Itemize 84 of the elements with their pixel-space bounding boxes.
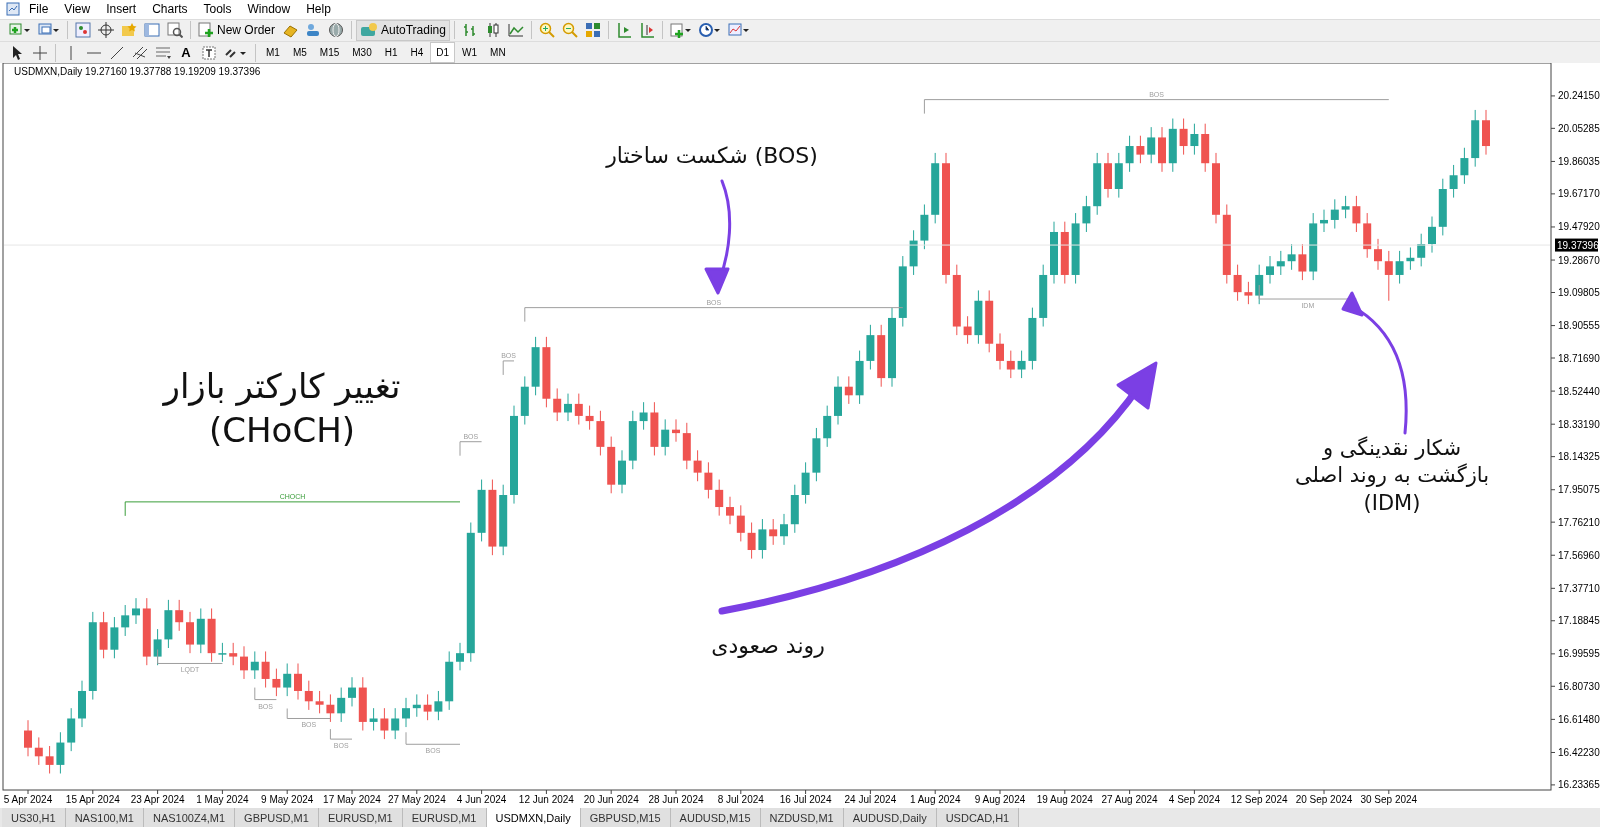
price-axis-label: 16.80730 (1558, 681, 1600, 693)
date-axis-label: 27 May 2024 (387, 794, 446, 806)
price-axis-label: 18.52440 (1558, 386, 1600, 398)
date-axis-label: 16 Jul 2024 (779, 794, 832, 806)
date-axis-label: 15 Apr 2024 (65, 794, 120, 806)
price-axis-label: 18.14325 (1558, 451, 1600, 463)
timeframe-button[interactable]: M15 (313, 42, 346, 64)
timeframe-button[interactable]: H1 (378, 42, 404, 64)
chart-tab[interactable]: GBPUSD,M15 (580, 808, 671, 827)
new-order-button[interactable]: New Order (195, 19, 278, 41)
price-axis-label: 16.23365 (1558, 779, 1600, 791)
date-axis-label: 12 Jun 2024 (518, 794, 574, 806)
price-axis-label: 17.95075 (1558, 484, 1600, 496)
symbol-info: USDMXN,Daily 19.27160 19.37788 19.19209 19.37396 (14, 66, 261, 78)
timeframe-button[interactable]: M30 (346, 42, 378, 64)
callout-text: روند صعودی (711, 633, 825, 659)
price-axis-label: 16.42230 (1558, 747, 1600, 759)
price-axis-label: 20.05285 (1558, 123, 1600, 135)
date-axis-label: 23 Apr 2024 (130, 794, 185, 806)
timeframe-button[interactable]: H4 (404, 42, 430, 64)
price-axis-label: 19.09805 (1558, 287, 1600, 299)
price-axis-label: 19.67170 (1558, 188, 1600, 200)
current-price-label: 19.37396 (1555, 239, 1599, 253)
date-axis-label: 17 May 2024 (323, 794, 381, 806)
date-axis-label: 19 Aug 2024 (1036, 794, 1093, 806)
menu-item[interactable]: View (57, 2, 98, 17)
auto-trading-button[interactable]: AutoTrading (356, 19, 450, 41)
callout-text: بازگشت به روند اصلی (1294, 463, 1490, 488)
price-axis-label: 17.37710 (1558, 583, 1600, 595)
date-axis-label: 27 Aug 2024 (1101, 794, 1158, 806)
date-axis-label: 12 Sep 2024 (1230, 794, 1288, 806)
price-axis-label: 18.71690 (1558, 353, 1600, 364)
text-tool-button[interactable]: A (175, 42, 197, 64)
chart-tab[interactable]: AUDUSD,Daily (843, 808, 937, 827)
callout-text: (CHoCH) (209, 410, 355, 451)
timeframe-button[interactable]: M5 (286, 42, 313, 64)
timeframe-button[interactable]: M1 (260, 42, 286, 64)
price-axis-label: 18.90555 (1558, 320, 1600, 332)
menu-item[interactable]: Charts (145, 2, 195, 17)
date-axis-label: 24 Jul 2024 (844, 794, 897, 806)
chart-tab[interactable]: AUDUSD,M15 (670, 808, 761, 827)
date-axis-label: 4 Sep 2024 (1168, 794, 1220, 806)
menu-item[interactable]: File (22, 2, 56, 17)
date-axis-label: 1 Aug 2024 (909, 794, 961, 806)
date-axis-label: 28 Jun 2024 (648, 794, 704, 806)
date-axis-label: 8 Jul 2024 (717, 794, 764, 806)
price-axis-label: 16.99595 (1558, 648, 1600, 660)
price-axis-label: 17.56960 (1558, 550, 1600, 562)
chart-tab[interactable]: EURUSD,M1 (402, 808, 487, 827)
price-axis-label: 20.24150 (1558, 90, 1600, 102)
chart-tab[interactable]: GBPUSD,M1 (235, 808, 319, 827)
chart-tab[interactable]: USDMXN,Daily (486, 808, 581, 827)
date-axis-label: 20 Sep 2024 (1295, 794, 1353, 806)
price-axis-label: 17.76210 (1558, 517, 1600, 529)
timeframe-button[interactable]: MN (484, 42, 512, 64)
chart-tab[interactable]: NZDUSD,M1 (760, 808, 844, 827)
callout-text: شکست ساختار (BOS) (606, 143, 818, 169)
date-axis-label: 5 Apr 2024 (3, 794, 53, 806)
date-axis-label: 4 Jun 2024 (456, 794, 507, 806)
date-axis-label: 1 May 2024 (196, 794, 249, 806)
menu-item[interactable]: Window (240, 2, 298, 17)
price-axis-label: 19.47920 (1558, 221, 1600, 233)
callout-text: (IDM) (1363, 491, 1421, 516)
menu-item[interactable]: Insert (99, 2, 144, 17)
chart-tab[interactable]: EURUSD,M1 (318, 808, 403, 827)
menu-item[interactable]: Tools (196, 2, 239, 17)
chart-tab[interactable]: NAS100Z4,M1 (143, 808, 236, 827)
date-axis-label: 30 Sep 2024 (1360, 794, 1418, 806)
date-axis-label: 9 Aug 2024 (974, 794, 1026, 806)
callout-text: شکار نقدینگی و (1323, 436, 1461, 461)
price-axis-label: 17.18845 (1558, 615, 1600, 627)
chart-tab[interactable]: US30,H1 (2, 808, 66, 827)
date-axis-label: 9 May 2024 (261, 794, 314, 806)
menu-item[interactable]: Help (299, 2, 338, 17)
timeframe-button[interactable]: D1 (430, 42, 456, 64)
price-axis-label: 19.28670 (1558, 255, 1600, 267)
timeframe-button[interactable]: W1 (456, 42, 484, 64)
price-axis-label: 18.33190 (1558, 419, 1600, 431)
price-axis-label: 19.86035 (1558, 156, 1600, 168)
chart-tab[interactable]: USDCAD,H1 (936, 808, 1020, 827)
callout-text: تغییر کارکتر بازار (163, 366, 401, 407)
price-axis-label: 16.61480 (1558, 714, 1600, 726)
date-axis-label: 20 Jun 2024 (583, 794, 639, 806)
chart-tab[interactable]: NAS100,M1 (65, 808, 144, 827)
